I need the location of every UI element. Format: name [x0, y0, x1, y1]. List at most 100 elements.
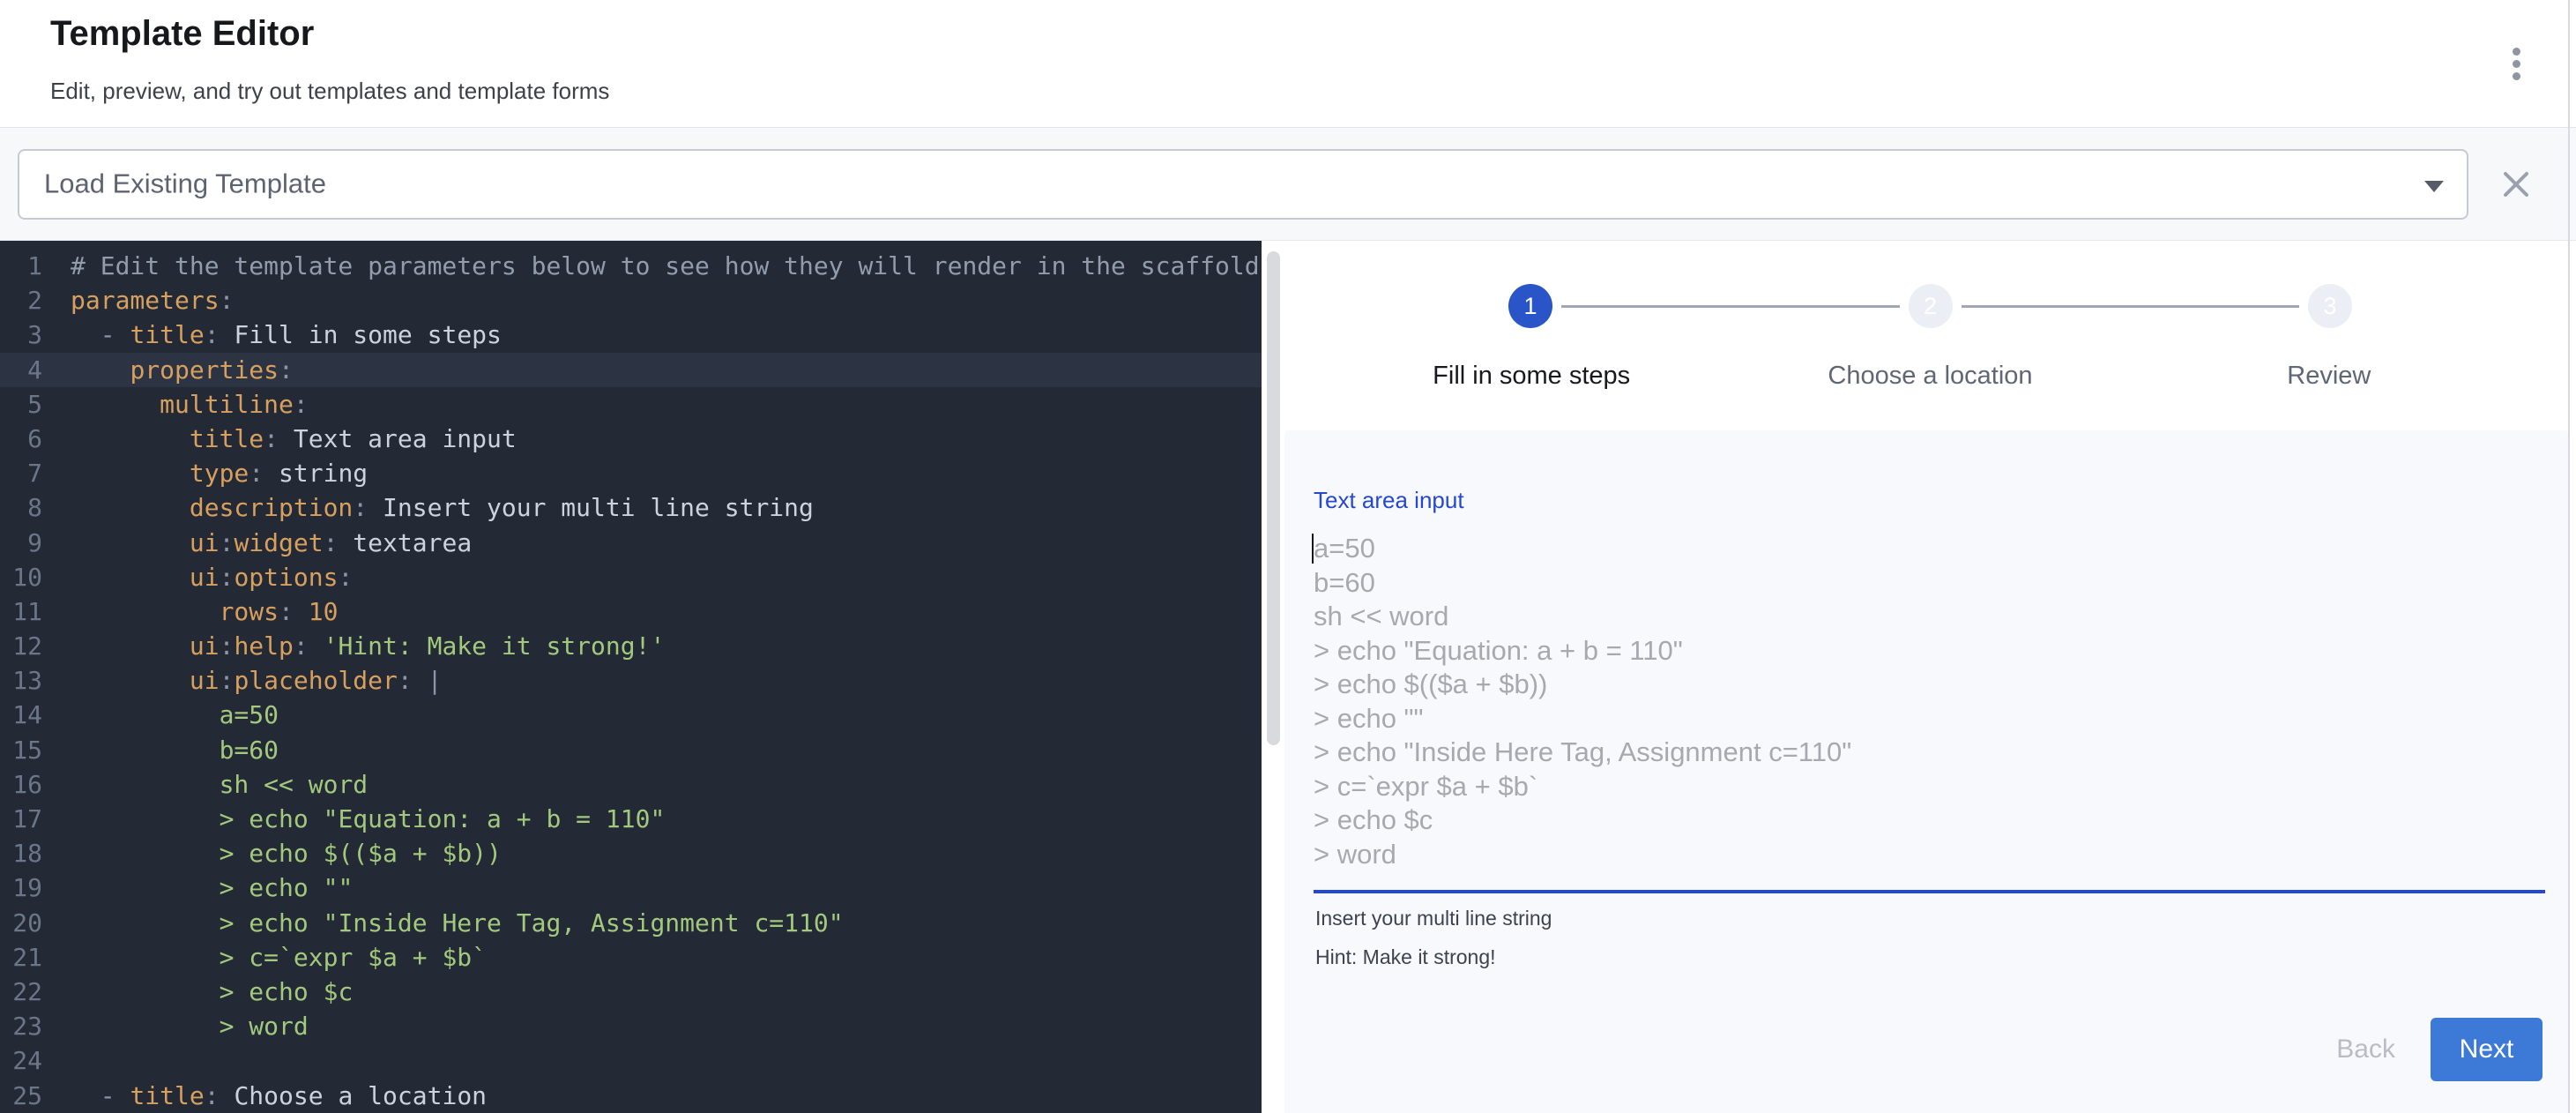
kebab-icon [2513, 48, 2520, 56]
line-number: 23 [0, 1009, 42, 1043]
template-preview-panel: 123 Fill in some stepsChoose a locationR… [1281, 241, 2568, 1113]
code-line-row[interactable]: 19 > echo "" [0, 870, 1262, 905]
code-line-row[interactable]: 23 > word [0, 1009, 1262, 1043]
code-line: description: Insert your multi line stri… [42, 490, 814, 525]
code-line-row[interactable]: 16 sh << word [0, 767, 1262, 802]
code-line-row[interactable]: 5 multiline: [0, 387, 1262, 422]
code-line: > word [42, 1009, 309, 1043]
code-line-row[interactable]: 1# Edit the template parameters below to… [0, 249, 1262, 283]
code-line-row[interactable]: 7 type: string [0, 456, 1262, 490]
code-line: type: string [42, 456, 368, 490]
line-number: 18 [0, 836, 42, 870]
code-line-row[interactable]: 12 ui:help: 'Hint: Make it strong!' [0, 629, 1262, 663]
clear-selection-button[interactable] [2495, 163, 2537, 205]
text-caret [1312, 534, 1314, 564]
code-line: > echo "" [42, 870, 353, 905]
textarea-wrap [1314, 532, 2545, 872]
code-line-row[interactable]: 17 > echo "Equation: a + b = 110" [0, 802, 1262, 836]
line-number: 7 [0, 456, 42, 490]
code-line: sh << word [42, 767, 368, 802]
code-line: > echo $(($a + $b)) [42, 836, 502, 870]
line-number: 15 [0, 733, 42, 767]
code-editor[interactable]: 1# Edit the template parameters below to… [0, 241, 1262, 1113]
line-number: 9 [0, 526, 42, 560]
load-existing-template-select[interactable]: Load Existing Template [18, 149, 2468, 220]
next-button[interactable]: Next [2431, 1018, 2542, 1081]
select-placeholder: Load Existing Template [44, 168, 326, 199]
code-line-row[interactable]: 2parameters: [0, 283, 1262, 317]
code-line: - title: Fill in some steps [42, 317, 502, 352]
line-number: 1 [0, 249, 42, 283]
load-template-bar: Load Existing Template [0, 128, 2576, 241]
code-line-row[interactable]: 4 properties: [0, 353, 1262, 387]
line-number: 8 [0, 490, 42, 525]
line-number: 10 [0, 560, 42, 594]
code-line [42, 1043, 71, 1078]
code-line-row[interactable]: 6 title: Text area input [0, 422, 1262, 456]
code-line-row[interactable]: 24 [0, 1043, 1262, 1078]
line-number: 20 [0, 906, 42, 940]
line-number: 24 [0, 1043, 42, 1078]
code-line: ui:options: [42, 560, 353, 594]
line-number: 22 [0, 975, 42, 1009]
line-number: 12 [0, 629, 42, 663]
line-number: 5 [0, 387, 42, 422]
code-line-row[interactable]: 18 > echo $(($a + $b)) [0, 836, 1262, 870]
caret-down-icon[interactable] [2424, 181, 2444, 192]
code-lines: 1# Edit the template parameters below to… [0, 249, 1262, 1113]
code-line-row[interactable]: 11 rows: 10 [0, 594, 1262, 629]
line-number: 6 [0, 422, 42, 456]
code-line: > echo "Equation: a + b = 110" [42, 802, 665, 836]
code-line: title: Text area input [42, 422, 517, 456]
code-line-row[interactable]: 10 ui:options: [0, 560, 1262, 594]
code-line-row[interactable]: 15 b=60 [0, 733, 1262, 767]
editor-scrollbar[interactable] [1267, 251, 1280, 745]
line-number: 11 [0, 594, 42, 629]
form-paper: Text area input Insert your multi line s… [1284, 430, 2568, 1113]
code-line-row[interactable]: 9 ui:widget: textarea [0, 526, 1262, 560]
line-number: 14 [0, 698, 42, 732]
code-line-row[interactable]: 20 > echo "Inside Here Tag, Assignment c… [0, 906, 1262, 940]
code-line-row[interactable]: 8 description: Insert your multi line st… [0, 490, 1262, 525]
code-line-row[interactable]: 3 - title: Fill in some steps [0, 317, 1262, 352]
code-line: > c=`expr $a + $b` [42, 940, 487, 975]
code-line-row[interactable]: 22 > echo $c [0, 975, 1262, 1009]
line-number: 19 [0, 870, 42, 905]
page-subtitle: Edit, preview, and try out templates and… [50, 78, 609, 105]
multiline-textarea[interactable] [1314, 532, 2542, 872]
code-line: multiline: [42, 387, 309, 422]
code-line-row[interactable]: 14 a=50 [0, 698, 1262, 732]
line-number: 2 [0, 283, 42, 317]
code-line: rows: 10 [42, 594, 338, 629]
code-line-row[interactable]: 25 - title: Choose a location [0, 1079, 1262, 1113]
line-number: 21 [0, 940, 42, 975]
field-hint: Hint: Make it strong! [1315, 945, 1496, 969]
step-label-3: Review [2130, 362, 2528, 391]
back-button[interactable]: Back [2312, 1022, 2420, 1077]
stepper-labels: Fill in some stepsChoose a locationRevie… [1281, 328, 2568, 391]
line-number: 3 [0, 317, 42, 352]
step-label-2: Choose a location [1731, 362, 2129, 391]
field-description: Insert your multi line string [1315, 907, 1552, 930]
form-actions: Back Next [2312, 1018, 2542, 1081]
page-title: Template Editor [50, 14, 314, 54]
more-options-button[interactable] [2491, 35, 2541, 92]
code-line: properties: [42, 353, 294, 387]
close-icon [2495, 163, 2537, 205]
step-icon-3: 3 [2308, 284, 2352, 328]
step-label-1: Fill in some steps [1332, 362, 1731, 391]
line-number: 25 [0, 1079, 42, 1113]
line-number: 17 [0, 802, 42, 836]
header: Template Editor Edit, preview, and try o… [0, 0, 2576, 127]
code-line: a=50 [42, 698, 279, 732]
code-line: b=60 [42, 733, 279, 767]
page-right-border [2568, 0, 2570, 1113]
step-icon-2: 2 [1909, 284, 1953, 328]
stepper: 123 [1281, 241, 2568, 328]
textarea-field-label: Text area input [1314, 487, 1464, 514]
code-line-row[interactable]: 21 > c=`expr $a + $b` [0, 940, 1262, 975]
code-line: # Edit the template parameters below to … [42, 249, 1260, 283]
template-editor-page: { "colors": { "stepper_active_blue": "#2… [0, 0, 2576, 1113]
code-line: ui:widget: textarea [42, 526, 472, 560]
code-line-row[interactable]: 13 ui:placeholder: | [0, 663, 1262, 698]
